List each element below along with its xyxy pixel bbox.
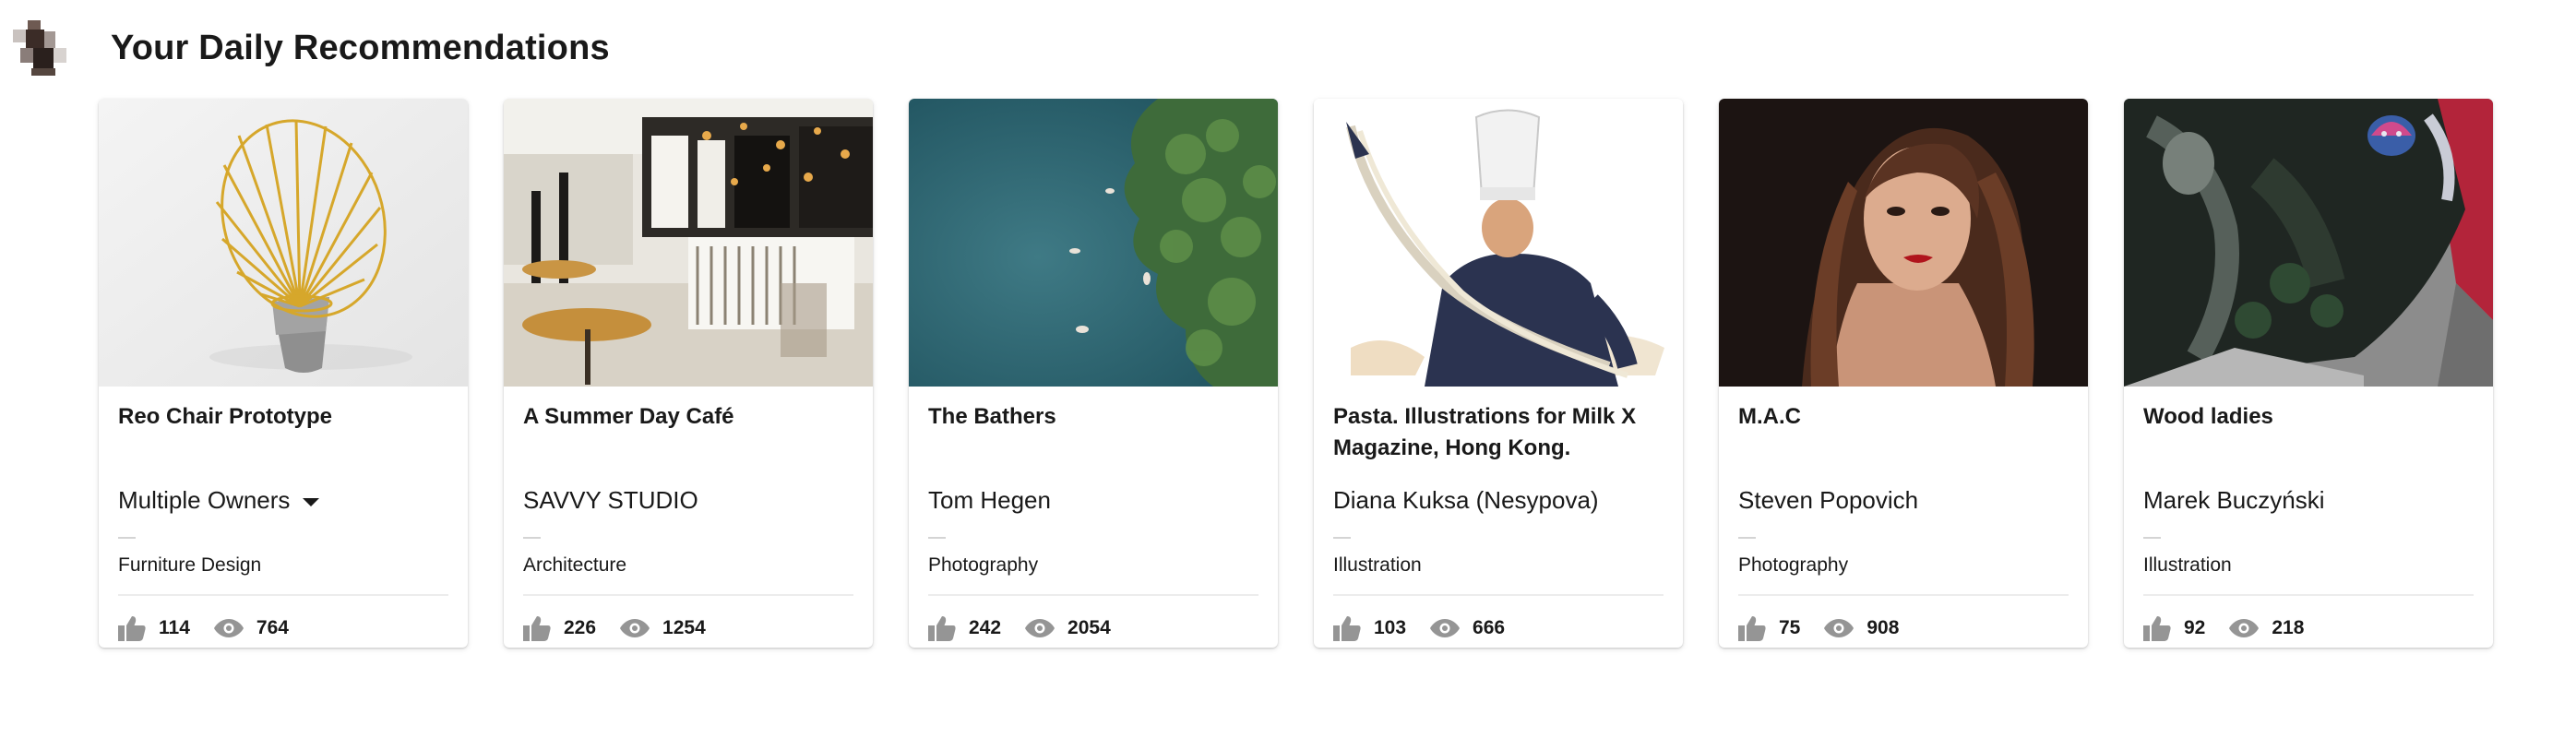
project-card[interactable]: The Bathers Tom Hegen Photography 242 20… <box>909 99 1278 648</box>
project-card[interactable]: Wood ladies Marek Buczyński Illustration… <box>2124 99 2493 648</box>
views-stat: 2054 <box>1025 617 1111 639</box>
project-stats: 242 2054 <box>928 613 1111 644</box>
project-thumbnail[interactable] <box>2124 99 2493 387</box>
views-stat: 764 <box>213 617 289 639</box>
views-count: 908 <box>1866 617 1900 638</box>
project-thumbnail[interactable] <box>504 99 873 387</box>
divider <box>1738 537 1756 539</box>
project-title[interactable]: M.A.C <box>1738 401 2069 433</box>
views-count: 764 <box>256 617 289 638</box>
thumbs-up-icon <box>523 616 551 641</box>
chevron-down-icon <box>303 498 320 506</box>
owner-name: Tom Hegen <box>928 486 1051 514</box>
views-stat: 218 <box>2229 617 2304 639</box>
owner-name: SAVVY STUDIO <box>523 486 698 514</box>
owner-link[interactable]: SAVVY STUDIO <box>523 486 698 515</box>
appreciations-stat: 103 <box>1333 615 1406 641</box>
owners-dropdown[interactable]: Multiple Owners <box>118 486 320 515</box>
eye-icon <box>1824 619 1854 637</box>
project-title[interactable]: A Summer Day Café <box>523 401 853 433</box>
project-card[interactable]: Pasta. Illustrations for Milk X Magazine… <box>1314 99 1683 648</box>
thumbs-up-icon <box>2143 616 2171 641</box>
eye-icon <box>2229 619 2260 637</box>
appreciations-stat: 226 <box>523 615 596 641</box>
project-card[interactable]: Reo Chair Prototype Multiple Owners Furn… <box>99 99 468 648</box>
project-card[interactable]: M.A.C Steven Popovich Photography 75 908 <box>1719 99 2088 648</box>
recommendation-list: Reo Chair Prototype Multiple Owners Furn… <box>99 99 2493 648</box>
project-thumbnail[interactable] <box>1314 99 1683 387</box>
views-count: 1254 <box>662 617 706 638</box>
appreciations-count: 103 <box>1374 617 1407 638</box>
owner-name: Steven Popovich <box>1738 486 1919 514</box>
appreciations-count: 114 <box>159 617 190 638</box>
divider <box>1333 594 1664 596</box>
appreciations-count: 226 <box>564 617 597 638</box>
eye-icon <box>1025 619 1055 637</box>
project-title[interactable]: Reo Chair Prototype <box>118 401 448 433</box>
divider <box>523 594 853 596</box>
owner-name: Multiple Owners <box>118 486 291 514</box>
views-count: 2054 <box>1067 617 1111 638</box>
divider <box>2143 537 2161 539</box>
divider <box>1333 537 1351 539</box>
project-title[interactable]: Wood ladies <box>2143 401 2474 433</box>
project-title[interactable]: The Bathers <box>928 401 1258 433</box>
page-title: Your Daily Recommendations <box>111 28 610 67</box>
views-count: 218 <box>2272 617 2305 638</box>
creative-field[interactable]: Photography <box>928 554 1038 577</box>
divider <box>928 537 946 539</box>
owner-link[interactable]: Steven Popovich <box>1738 486 1918 515</box>
creative-field[interactable]: Illustration <box>2143 554 2232 577</box>
appreciations-stat: 75 <box>1738 615 1800 641</box>
views-count: 666 <box>1473 617 1506 638</box>
project-stats: 92 218 <box>2143 613 2304 644</box>
user-avatar[interactable] <box>13 20 68 76</box>
thumbs-up-icon <box>928 616 956 641</box>
views-stat: 908 <box>1824 617 1899 639</box>
divider <box>2143 594 2474 596</box>
project-stats: 114 764 <box>118 613 289 644</box>
project-stats: 226 1254 <box>523 613 706 644</box>
project-thumbnail[interactable] <box>1719 99 2088 387</box>
thumbs-up-icon <box>118 616 146 641</box>
owner-name: Diana Kuksa (Nesypova) <box>1333 486 1599 514</box>
eye-icon <box>213 619 244 637</box>
appreciations-count: 242 <box>969 617 1002 638</box>
divider <box>118 537 136 539</box>
project-card[interactable]: A Summer Day Café SAVVY STUDIO Architect… <box>504 99 873 648</box>
divider <box>118 594 448 596</box>
appreciations-stat: 114 <box>118 615 190 641</box>
thumbs-up-icon <box>1738 616 1766 641</box>
appreciations-stat: 92 <box>2143 615 2205 641</box>
owner-link[interactable]: Tom Hegen <box>928 486 1051 515</box>
owner-link[interactable]: Diana Kuksa (Nesypova) <box>1333 486 1599 515</box>
views-stat: 666 <box>1430 617 1505 639</box>
creative-field[interactable]: Architecture <box>523 554 626 577</box>
owner-link[interactable]: Marek Buczyński <box>2143 486 2325 515</box>
appreciations-stat: 242 <box>928 615 1001 641</box>
views-stat: 1254 <box>620 617 706 639</box>
section-header: Your Daily Recommendations <box>13 18 610 77</box>
thumbs-up-icon <box>1333 616 1361 641</box>
appreciations-count: 92 <box>2184 617 2206 638</box>
project-stats: 75 908 <box>1738 613 1899 644</box>
creative-field[interactable]: Illustration <box>1333 554 1422 577</box>
creative-field[interactable]: Furniture Design <box>118 554 261 577</box>
eye-icon <box>620 619 650 637</box>
project-thumbnail[interactable] <box>909 99 1278 387</box>
project-thumbnail[interactable] <box>99 99 468 387</box>
project-title[interactable]: Pasta. Illustrations for Milk X Magazine… <box>1333 401 1664 464</box>
eye-icon <box>1430 619 1461 637</box>
appreciations-count: 75 <box>1779 617 1801 638</box>
owner-name: Marek Buczyński <box>2143 486 2325 514</box>
creative-field[interactable]: Photography <box>1738 554 1848 577</box>
divider <box>928 594 1258 596</box>
divider <box>1738 594 2069 596</box>
divider <box>523 537 541 539</box>
project-stats: 103 666 <box>1333 613 1505 644</box>
